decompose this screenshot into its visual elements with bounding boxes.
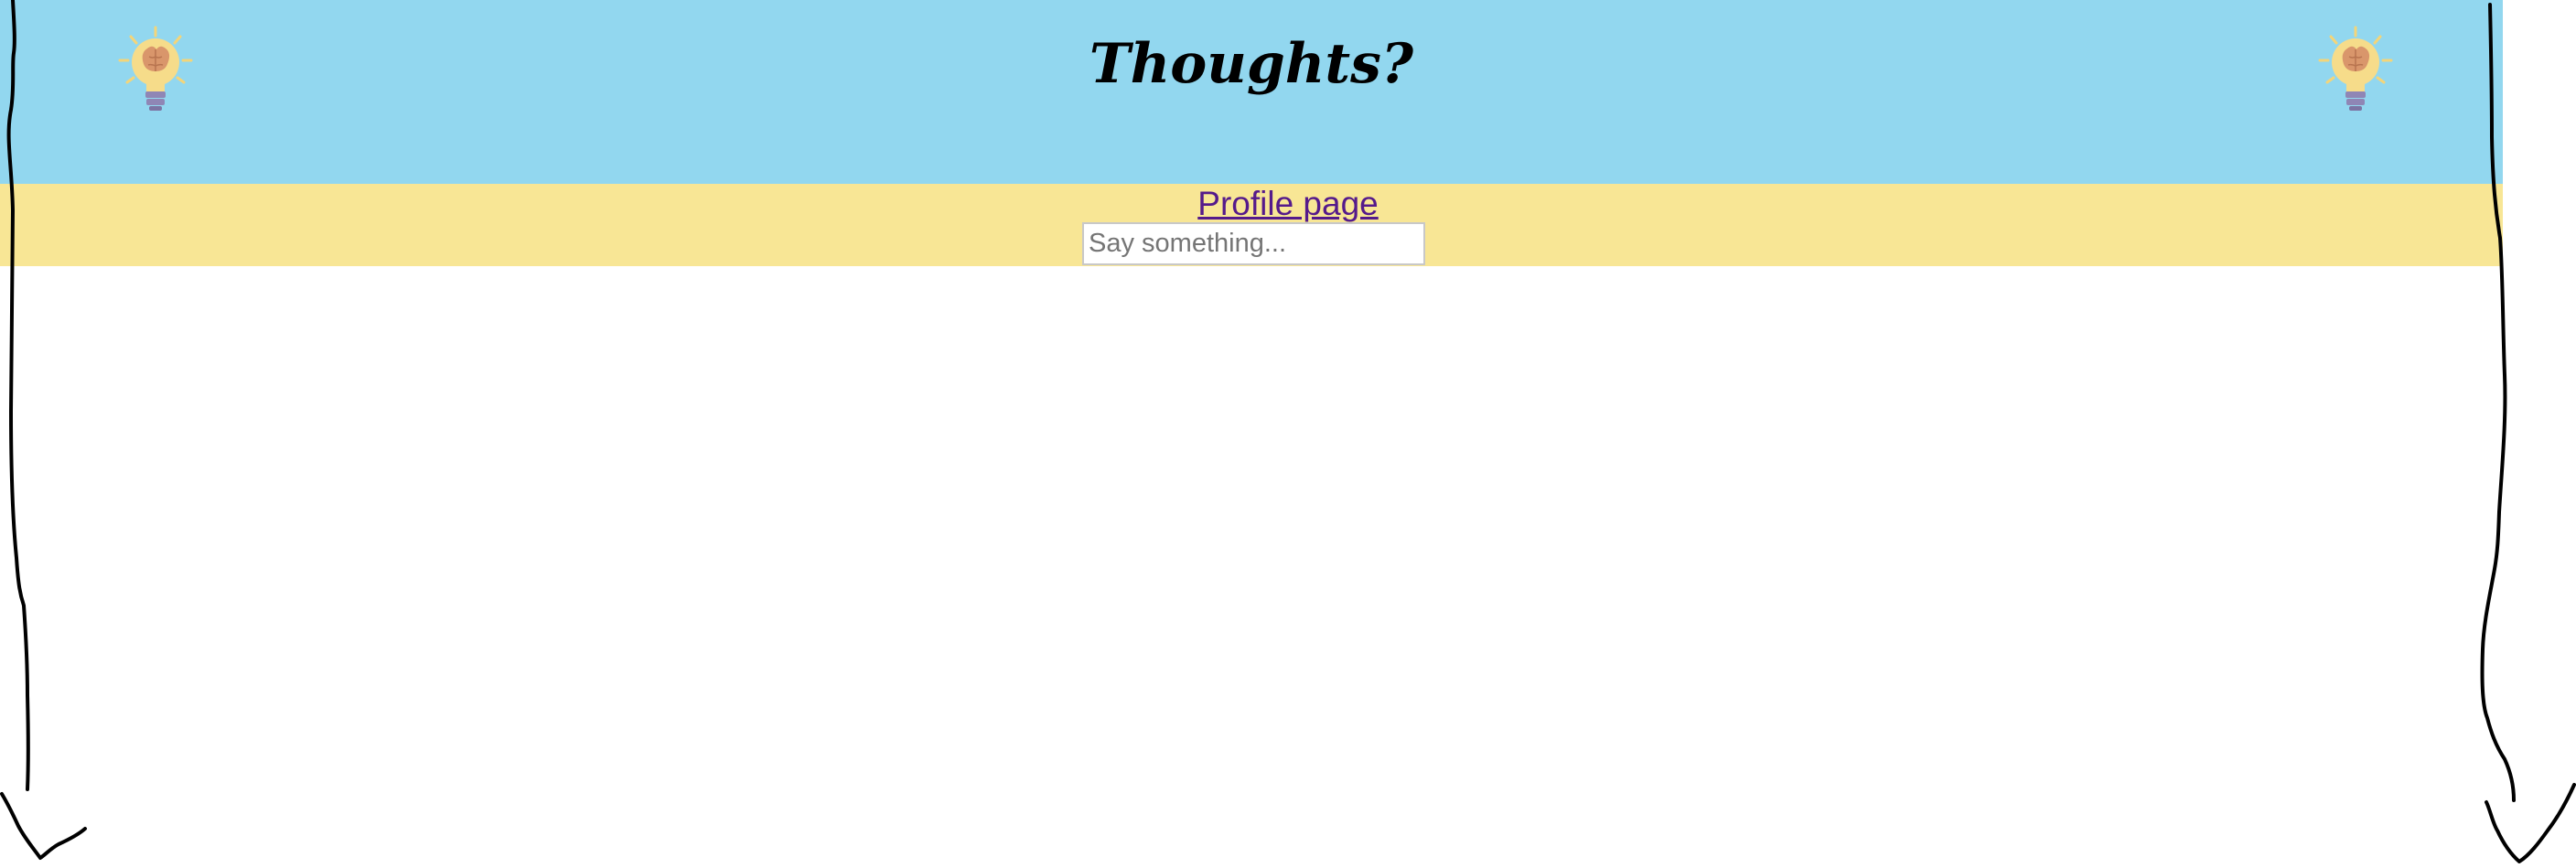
site-title: Thoughts? (1089, 32, 1414, 96)
profile-page-link[interactable]: Profile page (0, 185, 2576, 223)
right-arrow-head-icon (2485, 783, 2576, 863)
header-banner: Thoughts? (0, 0, 2503, 184)
lightbulb-brain-icon (2318, 26, 2393, 111)
left-arrow-head-icon (0, 792, 87, 860)
say-something-input[interactable] (1082, 222, 1425, 265)
page: Thoughts? Profile page (0, 0, 2576, 868)
